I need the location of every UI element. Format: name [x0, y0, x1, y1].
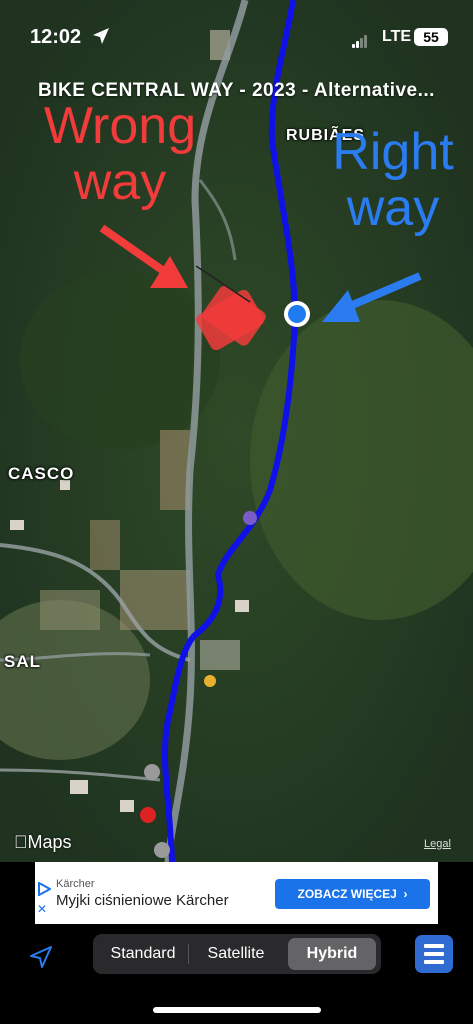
navigation-arrow-icon[interactable]	[28, 944, 54, 970]
map-view[interactable]: BIKE CENTRAL WAY - 2023 - Alternative...…	[0, 0, 473, 862]
ad-brand: Kärcher	[56, 878, 95, 890]
signal-icon	[352, 30, 368, 48]
place-label-casco: CASCO	[8, 464, 75, 483]
chevron-right-icon: ›	[403, 887, 408, 901]
menu-button[interactable]	[415, 935, 453, 973]
segment-divider	[188, 944, 189, 964]
adchoices-icon[interactable]	[37, 882, 51, 896]
poi-marker[interactable]	[144, 764, 160, 780]
legal-link[interactable]: Legal	[424, 838, 451, 850]
status-bar: 12:02 LTE 55	[0, 0, 473, 60]
map-type-selector: Standard Satellite Hybrid	[93, 934, 381, 974]
maps-logo: Maps	[14, 832, 72, 852]
network-type: LTE	[382, 28, 412, 45]
home-indicator	[153, 1007, 321, 1013]
map-type-hybrid[interactable]: Hybrid	[288, 938, 376, 970]
ad-cta-button[interactable]: ZOBACZ WIĘCEJ ›	[275, 879, 430, 909]
map-type-satellite[interactable]: Satellite	[191, 938, 281, 970]
poi-marker[interactable]	[154, 842, 170, 858]
clock: 12:02	[30, 26, 82, 48]
ad-headline: Myjki ciśnieniowe Kärcher	[56, 892, 229, 909]
map-type-standard[interactable]: Standard	[98, 938, 188, 970]
location-arrow-icon	[93, 28, 109, 44]
close-icon[interactable]: ✕	[37, 902, 47, 916]
battery-icon: 55	[414, 28, 448, 46]
poi-marker[interactable]	[243, 511, 257, 525]
poi-marker[interactable]	[140, 807, 156, 823]
poi-marker[interactable]	[204, 675, 216, 687]
place-label-sal: SAL	[4, 652, 41, 671]
wrong-way-annotation: Wrong way	[43, 97, 197, 211]
right-way-annotation: Right way	[332, 123, 454, 237]
apple-icon: 	[14, 832, 28, 852]
ad-banner[interactable]: ✕ Kärcher Myjki ciśnieniowe Kärcher ZOBA…	[35, 862, 438, 924]
